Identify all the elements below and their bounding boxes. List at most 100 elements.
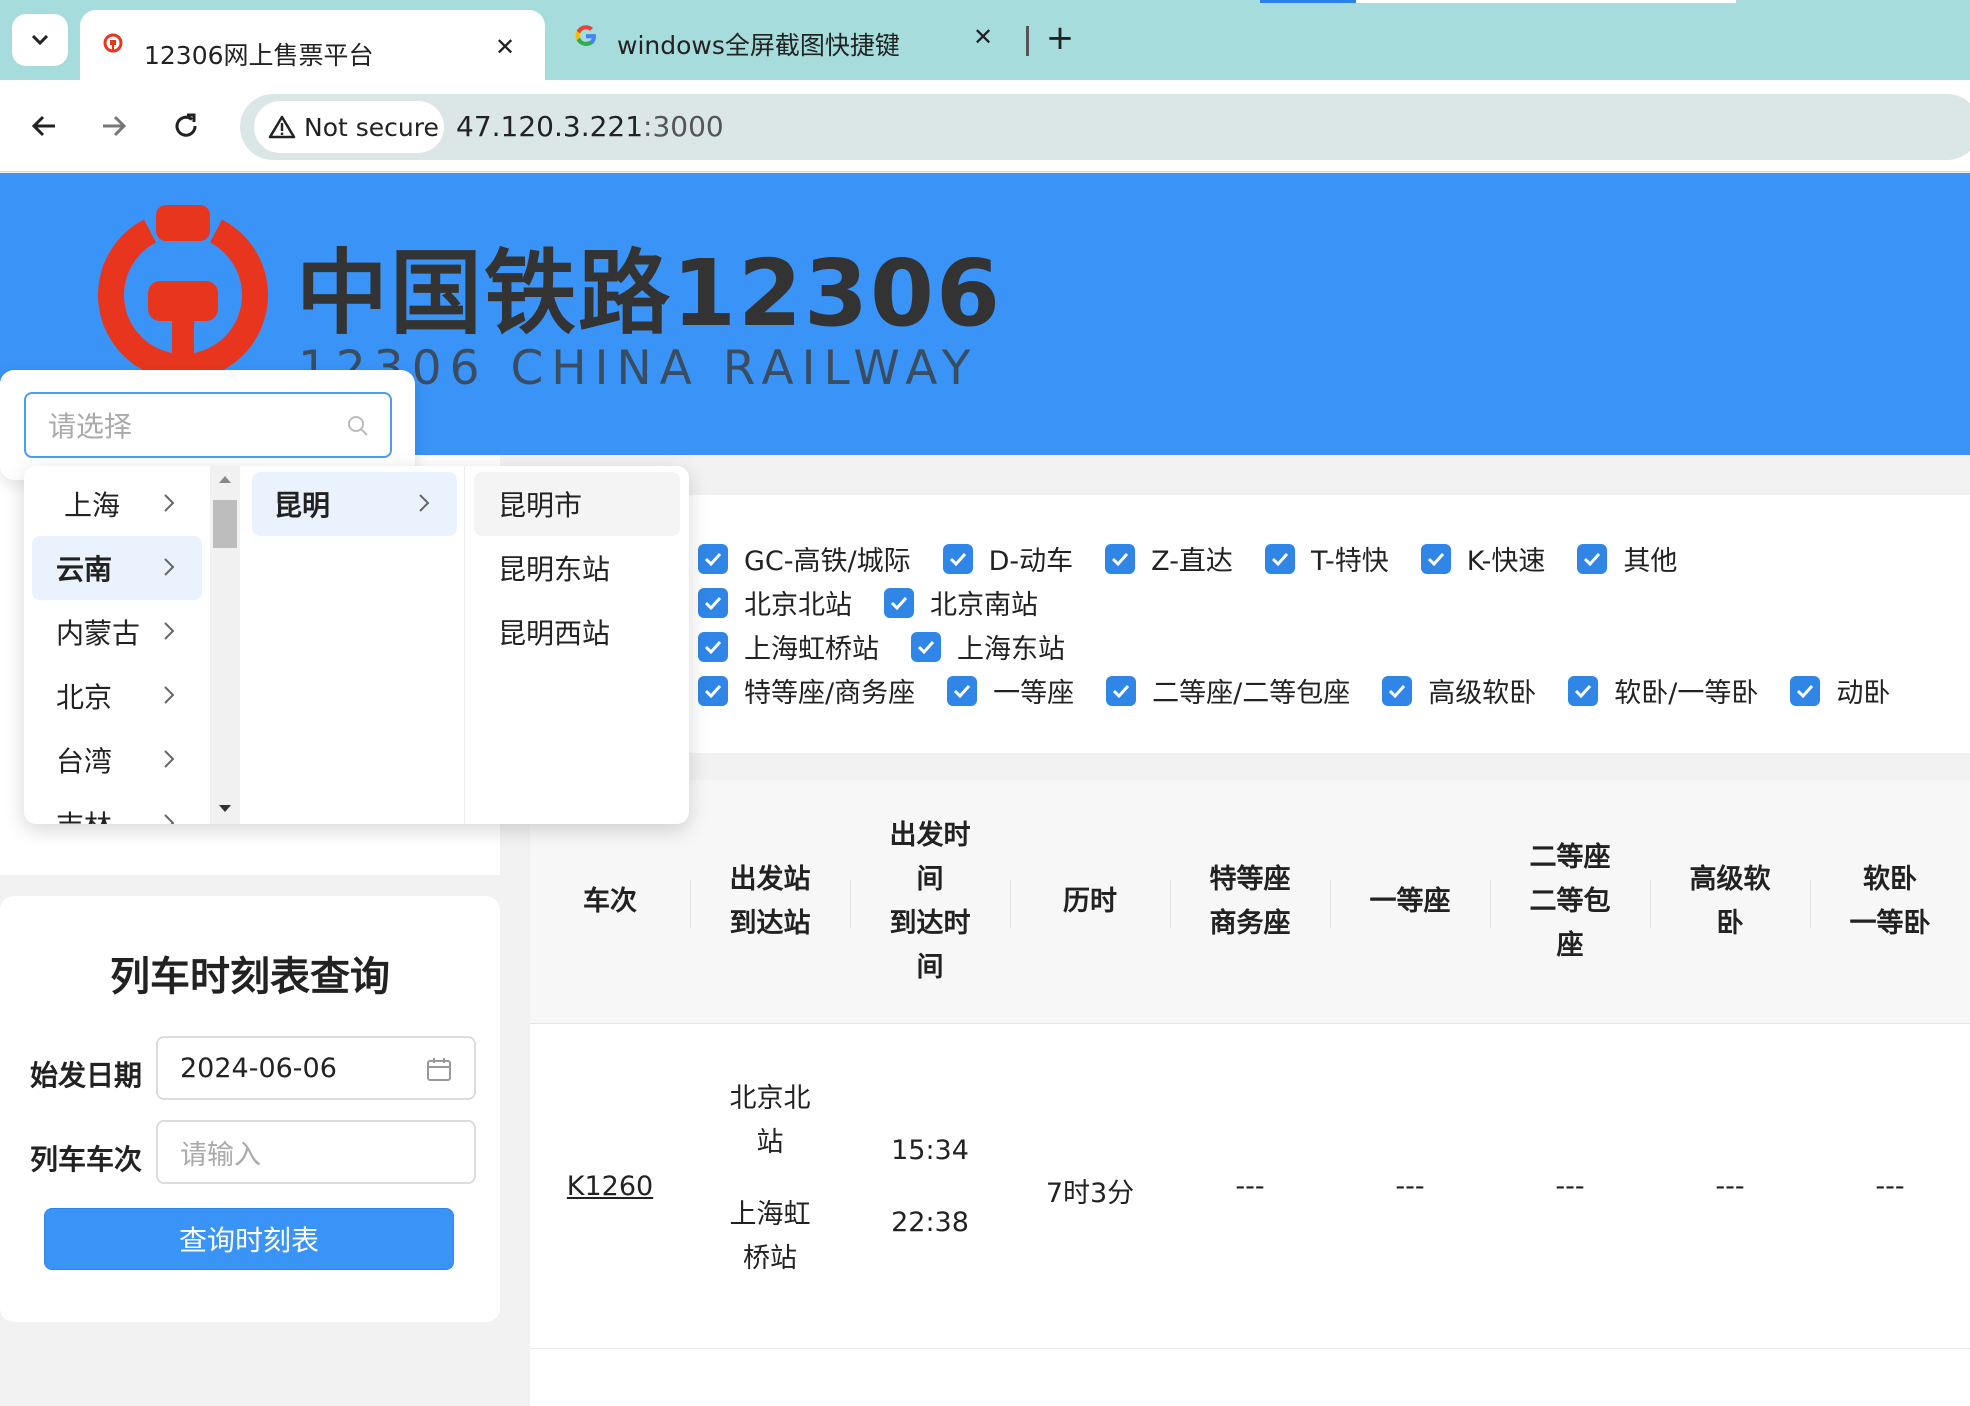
seat-type-filters: 特等座/商务座 一等座 二等座/二等包座 高级软卧 软卧/一等卧 动卧 [698,671,1922,710]
duration: 7时3分 [1045,1178,1135,1209]
filter-checkbox[interactable]: 软卧/一等卧 [1568,671,1758,710]
cascader-option-kunming-west[interactable]: 昆明西站 [474,600,680,664]
google-favicon-icon [575,25,596,46]
tab-google-search[interactable]: windows全屏截图快捷键 - Goo ✕ [550,10,1010,70]
second-class-availability: --- [1555,1171,1585,1202]
train-number-label: 列车车次 [30,1143,143,1176]
tab-search-button[interactable] [12,14,68,66]
chevron-right-icon [164,494,175,512]
filter-checkbox[interactable]: 其他 [1577,539,1677,578]
address-bar[interactable]: Not secure 47.120.3.221:3000 [240,94,1970,160]
column-header-second-class: 二等座 二等包座 [1529,842,1611,961]
filter-checkbox[interactable]: 二等座/二等包座 [1106,671,1350,710]
scroll-down-arrow-icon [219,805,231,812]
url-port: :3000 [643,110,724,143]
date-value: 2024-06-06 [180,1052,337,1084]
filter-checkbox[interactable]: GC-高铁/城际 [698,539,911,578]
option-label: 台湾 [56,745,113,778]
cascader-option-yunnan[interactable]: 云南 [32,536,202,600]
train-number-input[interactable]: 请输入 [156,1120,476,1184]
cascader-dropdown: 上海 云南 内蒙古 北京 台湾 吉林 昆明 [24,466,689,824]
check-icon [1420,543,1451,574]
filter-checkbox[interactable]: 特等座/商务座 [698,671,915,710]
cascader-option-kunming[interactable]: 昆明 [252,472,457,536]
train-number-placeholder: 请输入 [180,1139,261,1171]
filter-panel: GC-高铁/城际 D-动车 Z-直达 T-特快 K-快速 其他 北京北站 北京南… [530,495,1970,753]
cascader-option-shanghai[interactable]: 上海 [32,472,202,536]
filter-checkbox[interactable]: 北京南站 [884,583,1038,622]
check-icon [1568,675,1599,706]
filter-checkbox[interactable]: 北京北站 [698,583,852,622]
filter-checkbox[interactable]: 一等座 [947,671,1074,710]
option-label: 云南 [56,553,113,586]
scroll-up-arrow-icon [219,476,231,483]
query-timetable-button[interactable]: 查询时刻表 [44,1208,454,1270]
check-icon [1790,675,1821,706]
cascader-option-jilin[interactable]: 吉林 [32,792,202,824]
cascader-scrollbar[interactable] [210,466,240,824]
train-number-link[interactable]: K1260 [530,1171,690,1202]
filter-checkbox[interactable]: 高级软卧 [1382,671,1536,710]
filter-label: 一等座 [993,678,1075,709]
first-class-availability: --- [1395,1171,1425,1202]
check-icon [698,587,728,618]
cascader-option-taiwan[interactable]: 台湾 [32,728,202,792]
city-list: 昆明 [240,466,465,824]
filter-label: 特等座/商务座 [744,678,916,709]
url-text[interactable]: 47.120.3.221:3000 [456,110,724,143]
scrollbar-thumb[interactable] [213,500,237,548]
chevron-right-icon [164,750,175,768]
check-icon [942,543,973,574]
tab-close-icon[interactable]: ✕ [490,32,520,62]
tab-close-icon[interactable]: ✕ [968,22,998,52]
filter-label: 动卧 [1836,678,1891,709]
warning-triangle-icon [268,115,296,139]
cascader-option-beijing[interactable]: 北京 [32,664,202,728]
security-indicator[interactable]: Not secure [254,101,444,153]
filter-label: D-动车 [988,546,1074,577]
china-railway-logo [98,205,268,383]
cascader-option-inner-mongolia[interactable]: 内蒙古 [32,600,202,664]
arrow-right-icon [103,115,127,137]
brand-title: 中国铁路12306 [296,240,1003,347]
check-icon [1577,543,1608,574]
forward-button[interactable] [92,104,136,148]
check-icon [698,675,728,706]
table-row: K1260 北京北站 上海虹 桥站 15:34 22:38 7时3分 --- --… [530,1025,1970,1349]
check-icon [698,543,728,574]
tab-separator [1026,26,1029,56]
station-search-placeholder: 请选择 [48,410,133,443]
station-list: 昆明市 昆明东站 昆明西站 [466,466,689,824]
check-icon [1105,543,1136,574]
province-list: 上海 云南 内蒙古 北京 台湾 吉林 [24,466,210,824]
filter-label: 上海虹桥站 [744,634,879,665]
reload-button[interactable] [164,104,208,148]
chevron-right-icon [419,494,430,512]
station-search-input[interactable]: 请选择 [24,392,392,458]
filter-checkbox[interactable]: 动卧 [1790,671,1890,710]
tab-title: 12306网上售票平台 [144,41,374,70]
departure-station-filters: 北京北站 北京南站 [698,583,1070,622]
station-cascader: 请选择 [0,370,415,480]
filter-checkbox[interactable]: K-快速 [1420,539,1545,578]
railway-favicon-icon [103,33,123,53]
check-icon [1264,543,1295,574]
soft-sleeper-availability: --- [1875,1171,1905,1202]
option-label: 内蒙古 [56,617,141,650]
filter-label: T-特快 [1310,546,1389,577]
filter-checkbox[interactable]: 上海东站 [911,627,1065,666]
date-picker[interactable]: 2024-06-06 [156,1036,476,1100]
tab-12306[interactable]: 12306网上售票平台 ✕ [80,10,545,80]
chevron-right-icon [164,622,175,640]
filter-label: Z-直达 [1151,546,1233,577]
column-header-first-class: 一等座 [1369,886,1451,917]
new-tab-button[interactable]: + [1042,18,1078,58]
loading-indicator [1260,0,1356,3]
filter-checkbox[interactable]: 上海虹桥站 [698,627,879,666]
filter-checkbox[interactable]: T-特快 [1264,539,1389,578]
filter-checkbox[interactable]: D-动车 [942,539,1074,578]
cascader-option-kunming-east[interactable]: 昆明东站 [474,536,680,600]
filter-checkbox[interactable]: Z-直达 [1105,539,1233,578]
back-button[interactable] [22,104,66,148]
cascader-option-kunming-city[interactable]: 昆明市 [474,472,680,536]
